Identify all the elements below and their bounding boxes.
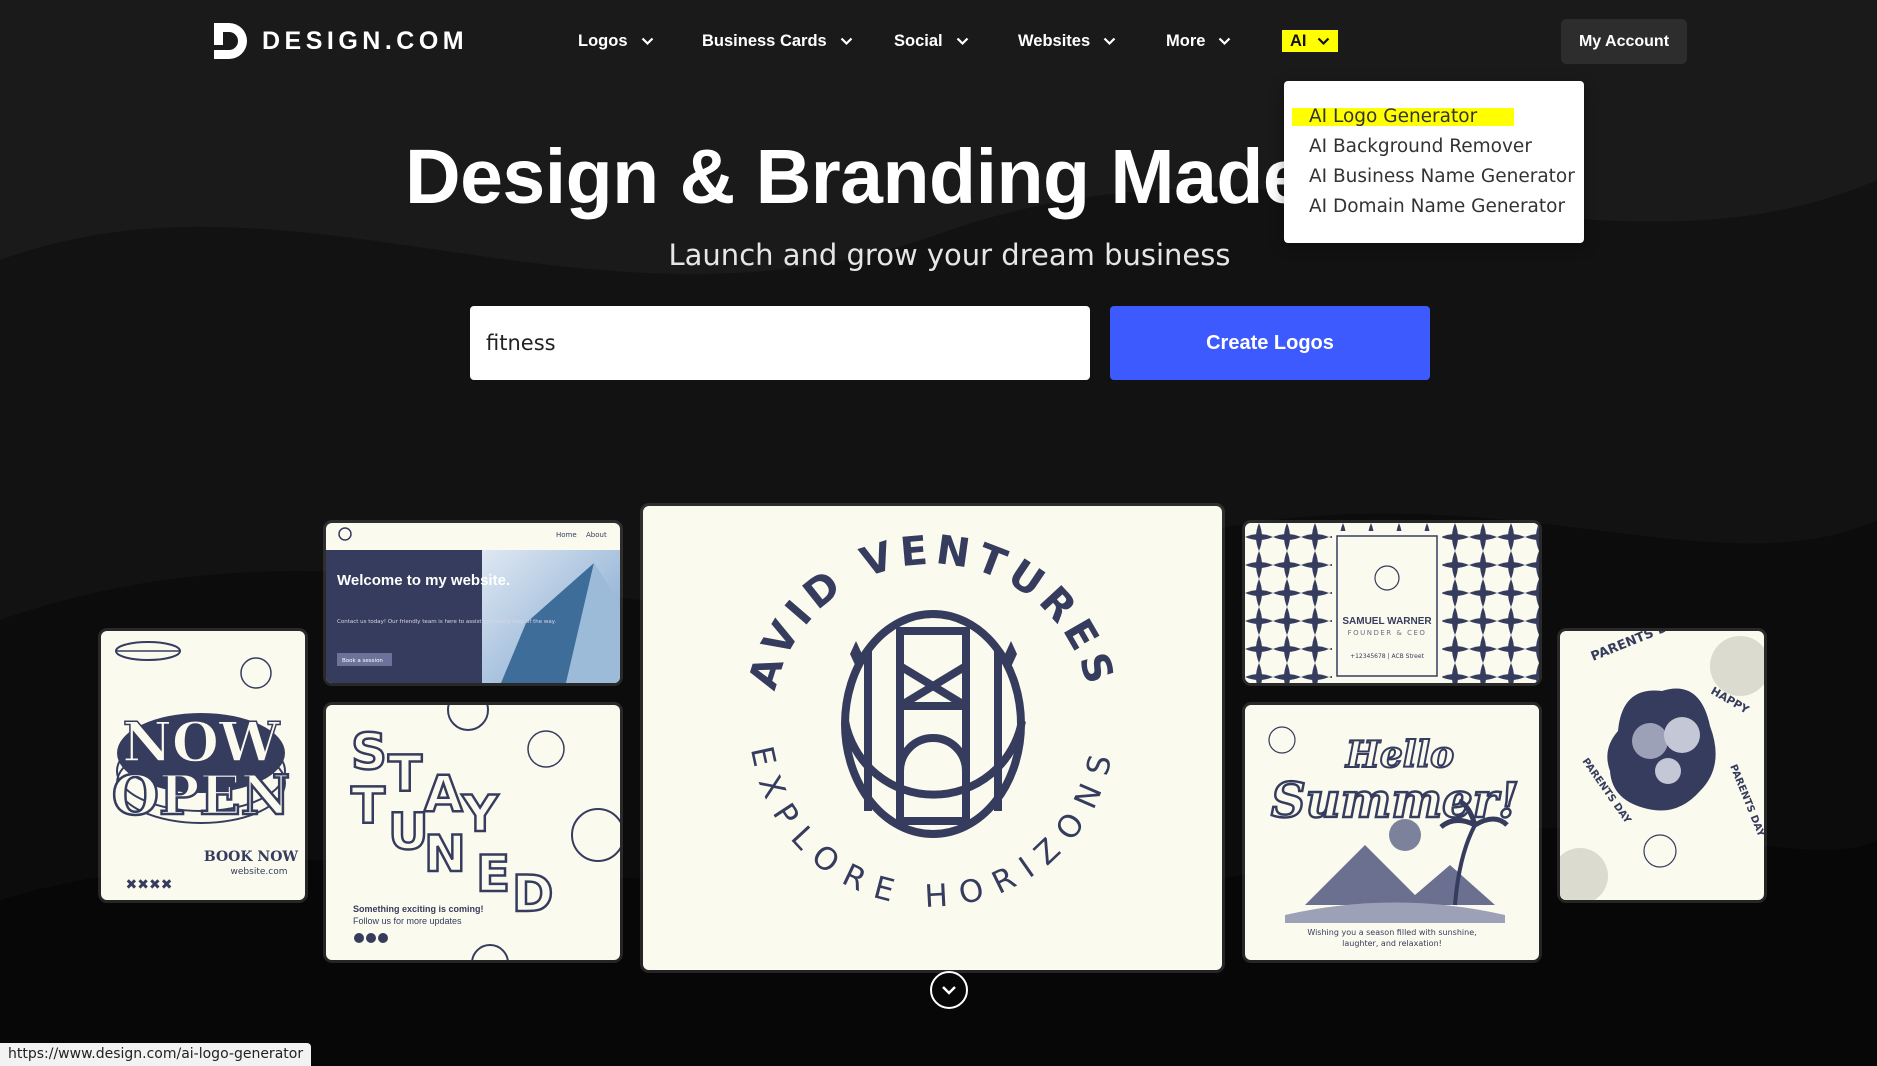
menu-item-ai-business-name-generator[interactable]: AI Business Name Generator	[1309, 166, 1575, 187]
stay-tuned-line1: Something exciting is coming!	[353, 904, 484, 914]
nav-logos-label: Logos	[578, 31, 628, 50]
business-card-title: FOUNDER & CEO	[1348, 629, 1427, 637]
parents-day-ring: PARENTS DAY	[1589, 631, 1688, 665]
nav-websites-label: Websites	[1018, 31, 1091, 50]
hello-text: Hello	[1345, 734, 1454, 776]
book-now-text: BOOK NOW	[204, 849, 299, 865]
menu-item-ai-logo-generator[interactable]: AI Logo Generator	[1309, 106, 1477, 127]
template-card-website[interactable]: Home About Welcome to my website. Contac…	[326, 523, 620, 683]
template-card-now-open[interactable]: NOW OPEN BOOK NOW website.com ✖✖✖✖	[101, 631, 305, 900]
nav-websites[interactable]: Websites	[1018, 26, 1116, 56]
letter-u: U	[388, 803, 429, 861]
nav-about-text: About	[586, 531, 607, 539]
template-card-parents-day[interactable]: PARENTS DAY HAPPY PARENTS DAY PARENTS DA…	[1560, 631, 1764, 900]
parents-day-poster: PARENTS DAY HAPPY PARENTS DAY PARENTS DA…	[1560, 631, 1764, 900]
brand-name: DESIGN.COM	[262, 26, 469, 55]
business-card-contact: +12345678 | ACB Street	[1350, 653, 1424, 660]
template-card-stay-tuned[interactable]: S T A Y T U N E D Something exciting is …	[326, 705, 620, 960]
my-account-button[interactable]: My Account	[1561, 19, 1687, 64]
stay-tuned-poster: S T A Y T U N E D Something exciting is …	[350, 705, 620, 960]
nav-more[interactable]: More	[1166, 26, 1231, 56]
menu-item-ai-background-remover[interactable]: AI Background Remover	[1309, 136, 1532, 157]
nav-logos[interactable]: Logos	[578, 26, 654, 56]
business-card-template: SAMUEL WARNER FOUNDER & CEO +12345678 | …	[1245, 523, 1539, 683]
browser-status-url: https://www.design.com/ai-logo-generator	[0, 1043, 312, 1066]
logo-bottom-text: EXPLORE HORIZONS	[743, 743, 1121, 915]
nav-more-label: More	[1166, 31, 1206, 50]
nav-ai[interactable]: AI	[1282, 30, 1338, 52]
nav-business-cards[interactable]: Business Cards	[702, 26, 853, 56]
stars-text: ✖✖✖✖	[126, 877, 173, 893]
business-name-input[interactable]	[470, 306, 1090, 380]
scroll-down-button[interactable]	[930, 971, 968, 1009]
open-text: OPEN	[112, 763, 290, 827]
chevron-down-icon	[956, 37, 968, 45]
chevron-down-icon	[1219, 37, 1231, 45]
chevron-down-icon	[942, 986, 956, 995]
ai-dropdown-menu: AI Logo Generator AI Background Remover …	[1284, 81, 1584, 243]
template-card-logo[interactable]: AVID VENTURES EXPLORE HORIZONS	[643, 506, 1222, 970]
letter-n: N	[424, 825, 466, 883]
create-logos-button[interactable]: Create Logos	[1110, 306, 1430, 380]
nav-social-label: Social	[894, 31, 943, 50]
letter-a: A	[424, 765, 463, 823]
summer-caption-1: Wishing you a season filled with sunshin…	[1307, 928, 1476, 937]
website-text: website.com	[231, 867, 288, 877]
letter-t: T	[388, 745, 422, 803]
nav-home-text: Home	[556, 531, 577, 539]
hero-title: Design & Branding Made	[405, 134, 1306, 220]
chevron-down-icon	[641, 37, 653, 45]
letter-t2: T	[351, 777, 385, 835]
letter-d: D	[512, 865, 554, 923]
top-nav: DESIGN.COM Logos Business Cards Social W…	[0, 0, 1877, 82]
website-headline: Welcome to my website.	[337, 572, 510, 589]
now-open-poster: NOW OPEN BOOK NOW website.com ✖✖✖✖	[111, 641, 299, 893]
nav-business-cards-label: Business Cards	[702, 31, 827, 50]
nav-social[interactable]: Social	[894, 26, 969, 56]
template-card-hello-summer[interactable]: Hello Summer! Wishing you a season fille…	[1245, 705, 1539, 960]
hero-subtitle: Launch and grow your dream business	[668, 238, 1231, 272]
site-logo[interactable]: DESIGN.COM	[210, 18, 468, 64]
chevron-down-icon	[840, 37, 852, 45]
website-body: Contact us today! Our friendly team is h…	[337, 619, 556, 625]
website-cta: Book a session	[342, 658, 383, 664]
letter-s: S	[351, 723, 387, 781]
stay-tuned-line2: Follow us for more updates	[353, 916, 462, 926]
avid-ventures-logo: AVID VENTURES EXPLORE HORIZONS	[740, 527, 1121, 915]
summer-caption-2: laughter, and relaxation!	[1342, 939, 1442, 948]
letter-y: Y	[461, 785, 499, 843]
nav-ai-label: AI	[1290, 31, 1307, 50]
chevron-down-icon	[1103, 37, 1116, 45]
letter-e: E	[476, 845, 510, 903]
menu-item-ai-domain-name-generator[interactable]: AI Domain Name Generator	[1309, 196, 1565, 217]
hello-summer-poster: Hello Summer! Wishing you a season fille…	[1268, 726, 1520, 948]
design-com-logo-icon	[214, 23, 247, 59]
chevron-down-icon	[1317, 37, 1329, 45]
business-card-name: SAMUEL WARNER	[1342, 616, 1432, 627]
parents-day-right: PARENTS DAY	[1727, 763, 1764, 839]
template-card-business-card[interactable]: SAMUEL WARNER FOUNDER & CEO +12345678 | …	[1245, 523, 1539, 683]
website-template: Home About Welcome to my website. Contac…	[326, 527, 620, 683]
